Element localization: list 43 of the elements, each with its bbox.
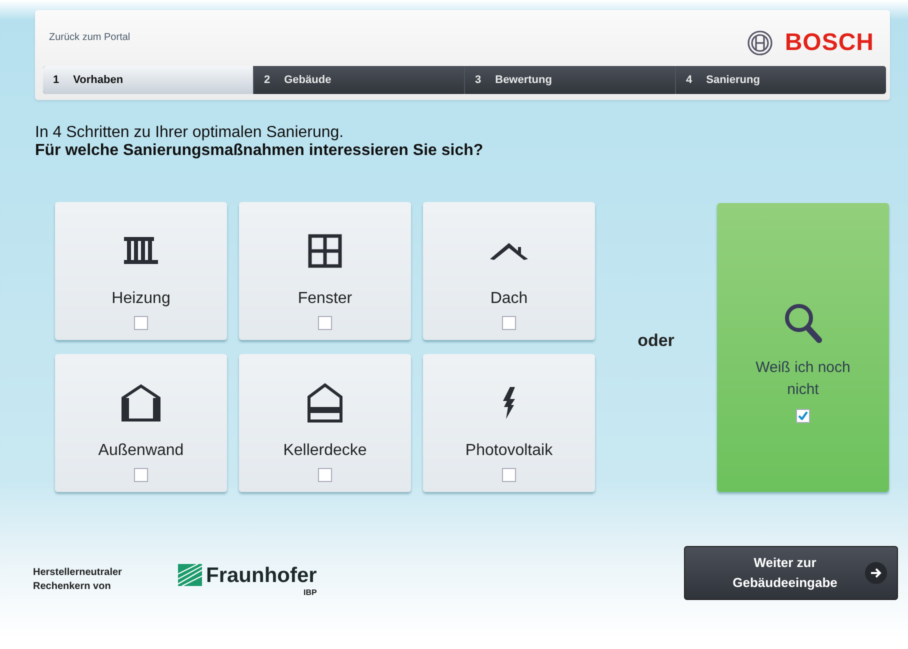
step-tab[interactable]: 2 Gebäude [253,66,464,94]
option-card[interactable]: Fenster [239,202,411,340]
option-label: Außenwand [98,442,184,460]
option-card[interactable]: Außenwand [55,354,227,492]
credit-text: Herstellerneutraler Rechenkern von [33,566,123,594]
checkbox[interactable] [318,468,332,482]
option-label: Fenster [298,290,352,308]
intro-text: In 4 Schritten zu Ihrer optimalen Sanierung. [35,124,345,142]
option-label: Kellerdecke [283,442,367,460]
option-card[interactable]: Heizung [55,202,227,340]
option-card[interactable]: Kellerdecke [239,354,411,492]
step-tab[interactable]: 4 Sanierung [675,66,886,94]
question-text: Für welche Sanierungsmaßnahmen interessieren Sie sich? [35,142,484,160]
separator-text: oder [636,331,676,351]
checkbox[interactable] [502,468,516,482]
next-button[interactable]: Weiter zur Gebäudeeingabe [684,546,898,600]
checkbox[interactable] [134,468,148,482]
search-icon [784,302,822,342]
option-card[interactable]: Weiß ich noch nicht [717,202,889,492]
checkbox[interactable] [134,316,148,330]
checkbox[interactable] [318,316,332,330]
checkbox[interactable] [502,316,516,330]
option-card[interactable]: Photovoltaik [423,354,595,492]
brand-name: BOSCH [784,29,874,57]
lightning-icon [501,387,517,419]
step-tab[interactable]: 3 Bewertung [464,66,675,94]
logo-icon [746,30,773,56]
house-icon [307,383,343,423]
option-label: Weiß ich noch nicht [754,358,852,400]
option-label: Dach [490,290,528,308]
radiator-icon [124,237,158,265]
option-label: Photovoltaik [465,442,553,460]
option-label: Heizung [112,290,170,308]
step-tab[interactable]: 1 Vorhaben [43,66,253,94]
roof-icon [490,241,528,261]
option-card[interactable]: Dach [423,202,595,340]
checkbox[interactable] [796,408,810,422]
partner-subtitle: IBP [302,588,317,596]
back-link[interactable]: Zurück zum Portal [49,32,130,42]
partner-name: Fraunhofer [206,564,317,588]
house-icon [121,384,161,422]
logo-icon [178,564,202,586]
window-icon [308,234,342,268]
